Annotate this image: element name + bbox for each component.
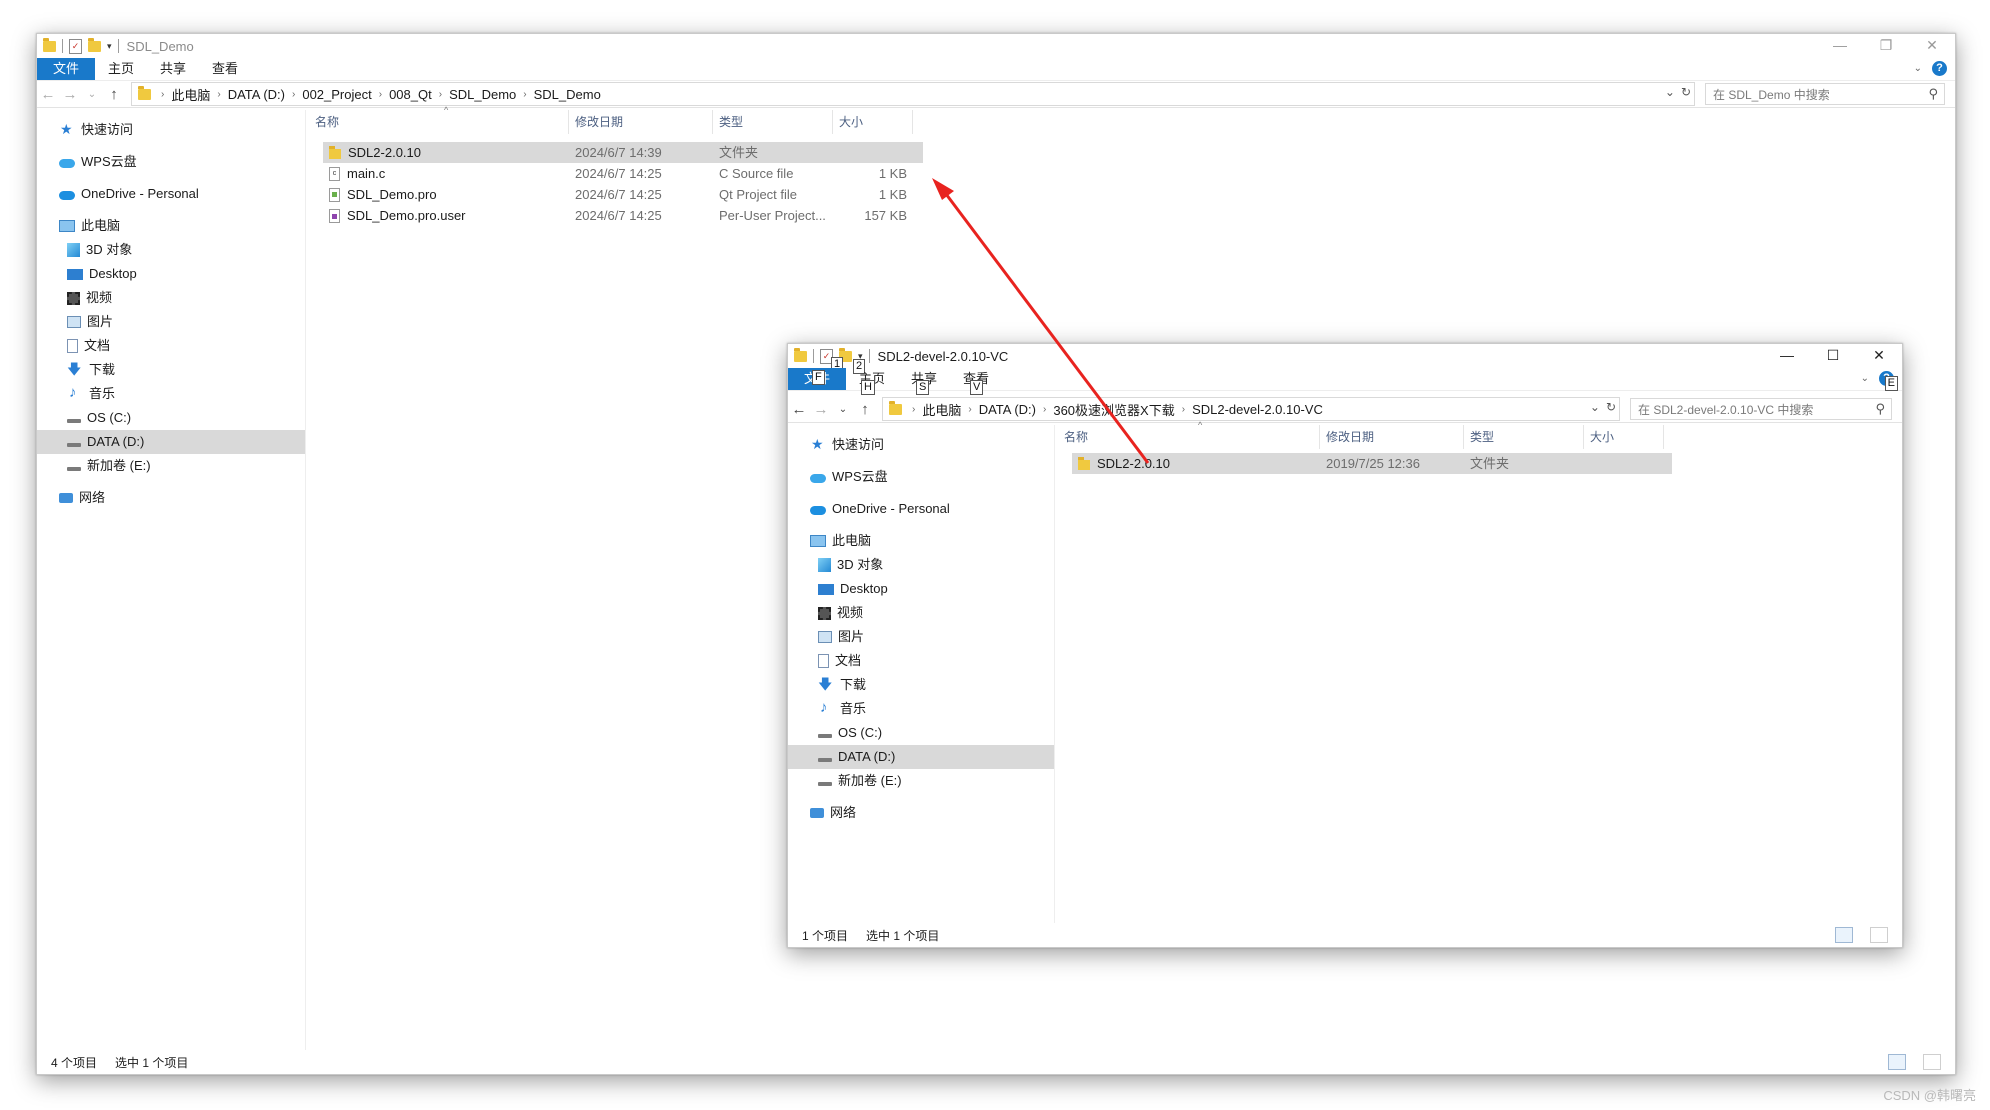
watermark: CSDN @韩曙亮 — [1883, 1088, 1976, 1103]
arrowhead-icon — [932, 178, 954, 200]
arrow-line — [938, 185, 1150, 464]
annotation-arrow — [932, 178, 1150, 464]
